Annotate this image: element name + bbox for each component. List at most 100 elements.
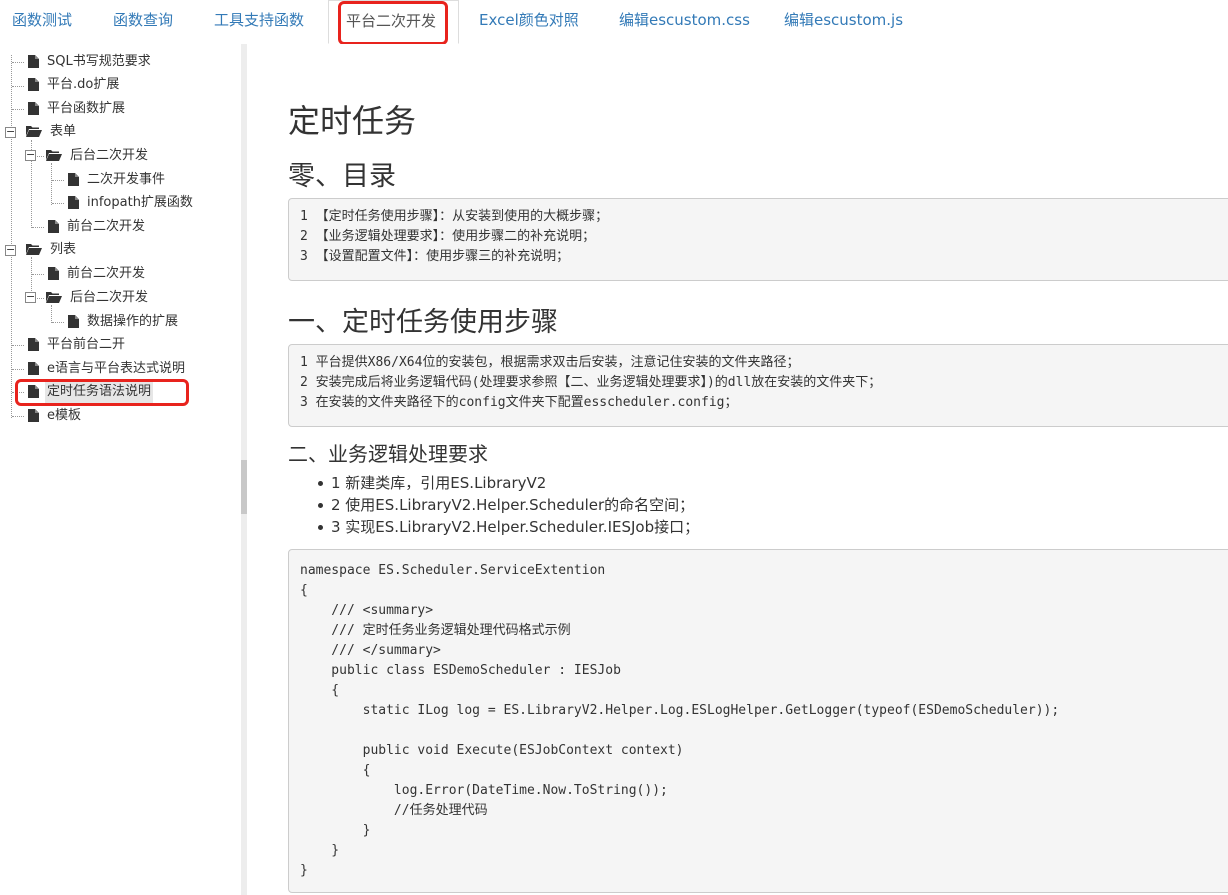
tree-item-label: 后台二次开发 [70, 290, 149, 305]
collapse-toggle-form[interactable]: − [5, 126, 16, 138]
tree-item-platform-frontend[interactable]: 平台前台二开 [28, 334, 127, 356]
tree-item-label: 二次开发事件 [87, 172, 166, 187]
collapse-toggle-list-backend[interactable]: − [25, 291, 36, 303]
tree-line [51, 163, 52, 205]
code-line: public class ESDemoScheduler : IESJob [300, 663, 621, 678]
code-line: /// <summary> [300, 603, 434, 618]
tab-edit-js[interactable]: 编辑escustom.js [784, 0, 903, 43]
tree-item-label: 前台二次开发 [67, 219, 146, 234]
tree-item-list-frontend-dev[interactable]: 前台二次开发 [48, 263, 147, 285]
tree-item-dev-events[interactable]: 二次开发事件 [68, 169, 167, 191]
tree-item-label: 前台二次开发 [67, 266, 146, 281]
top-tab-bar: 函数测试 函数查询 工具支持函数 平台二次开发 Excel颜色对照 编辑escu… [0, 0, 1228, 45]
tree-item-function-extension[interactable]: 平台函数扩展 [28, 98, 127, 120]
tree-item-list[interactable]: 列表 [26, 239, 78, 261]
main-content: 定时任务 零、目录 1 【定时任务使用步骤】：从安装到使用的大概步骤； 2 【业务… [247, 44, 1228, 895]
tab-function-test[interactable]: 函数测试 [12, 0, 72, 43]
file-icon [28, 409, 39, 422]
code-line: /// 定时任务业务逻辑处理代码格式示例 [300, 623, 571, 638]
folder-open-icon [46, 292, 62, 303]
tree-item-form-frontend-dev[interactable]: 前台二次开发 [48, 216, 147, 238]
code-line: /// </summary> [300, 643, 441, 658]
tree-item-label: 后台二次开发 [70, 148, 149, 163]
file-icon [28, 362, 39, 375]
file-icon [28, 385, 39, 398]
code-line: } [300, 823, 371, 838]
file-icon [68, 315, 79, 328]
tree-item-e-language[interactable]: e语言与平台表达式说明 [28, 358, 187, 380]
file-icon [28, 78, 39, 91]
tree-item-form-backend-dev[interactable]: 后台二次开发 [46, 145, 150, 167]
tree-line [32, 227, 44, 228]
tree-item-label: SQL书写规范要求 [47, 54, 151, 69]
tree-line [12, 62, 24, 63]
file-icon [48, 267, 59, 280]
code-line: { [300, 583, 308, 598]
tree-item-label: 定时任务语法说明 [45, 381, 154, 403]
step-line: 3 在安装的文件夹路径下的config文件夹下配置esscheduler.con… [300, 395, 738, 410]
tab-platform-dev[interactable]: 平台二次开发 [328, 0, 459, 44]
tree-line [52, 180, 64, 181]
code-line: } [300, 843, 340, 858]
toc-line: 2 【业务逻辑处理要求】：使用步骤二的补充说明； [300, 229, 596, 244]
toc-line: 3 【设置配置文件】：使用步骤三的补充说明； [300, 249, 570, 264]
code-line: { [300, 763, 371, 778]
toc-line: 1 【定时任务使用步骤】：从安装到使用的大概步骤； [300, 209, 609, 224]
requirements-list: 1 新建类库，引用ES.LibraryV2 2 使用ES.LibraryV2.H… [317, 472, 700, 538]
page-title: 定时任务 [288, 102, 417, 140]
file-icon [68, 173, 79, 186]
steps-code-block: 1 平台提供X86/X64位的安装包，根据需求双击后安装，注意记住安装的文件夹路… [288, 344, 1228, 427]
tree-line [12, 345, 24, 346]
tree-item-list-backend-dev[interactable]: 后台二次开发 [46, 287, 150, 309]
collapse-toggle-list[interactable]: − [5, 244, 16, 256]
code-line: } [300, 863, 308, 878]
tab-tool-functions[interactable]: 工具支持函数 [214, 0, 304, 43]
step-line: 2 安装完成后将业务逻辑代码(处理要求参照【二、业务逻辑处理要求】)的dll放在… [300, 375, 882, 390]
tree-line [12, 109, 24, 110]
tab-excel-colors[interactable]: Excel颜色对照 [479, 0, 579, 43]
tree-item-scheduler-syntax[interactable]: 定时任务语法说明 [28, 381, 154, 403]
tree-line [12, 416, 24, 417]
section-heading-toc: 零、目录 [288, 161, 396, 192]
section-heading-logic: 二、业务逻辑处理要求 [288, 442, 488, 466]
tree-item-do-extension[interactable]: 平台.do扩展 [28, 74, 121, 96]
file-icon [28, 338, 39, 351]
file-icon [28, 102, 39, 115]
code-line: log.Error(DateTime.Now.ToString()); [300, 783, 668, 798]
tree-line [52, 203, 64, 204]
tree-item-sql-rules[interactable]: SQL书写规范要求 [28, 51, 153, 73]
code-line: namespace ES.Scheduler.ServiceExtention [300, 563, 606, 578]
file-icon [48, 220, 59, 233]
tree-item-data-operation-extension[interactable]: 数据操作的扩展 [68, 311, 180, 333]
tab-function-query[interactable]: 函数查询 [113, 0, 173, 43]
tree-line [12, 369, 24, 370]
tree-item-label: 表单 [50, 124, 77, 139]
collapse-toggle-form-backend[interactable]: − [25, 149, 36, 161]
tab-edit-css[interactable]: 编辑escustom.css [619, 0, 750, 43]
code-line: { [300, 683, 340, 698]
tree-item-label: infopath扩展函数 [87, 195, 193, 210]
tree-item-label: 平台函数扩展 [47, 101, 126, 116]
folder-open-icon [26, 126, 42, 137]
list-item: 2 使用ES.LibraryV2.Helper.Scheduler的命名空间； [317, 494, 699, 516]
tree-line [52, 322, 64, 323]
folder-open-icon [46, 150, 62, 161]
tree-item-label: e模板 [47, 408, 81, 423]
code-line: public void Execute(ESJobContext context… [300, 743, 684, 758]
toc-code-block: 1 【定时任务使用步骤】：从安装到使用的大概步骤； 2 【业务逻辑处理要求】：使用… [288, 198, 1228, 281]
tree-line [32, 274, 44, 275]
tree-item-form[interactable]: 表单 [26, 121, 78, 143]
file-icon [68, 196, 79, 209]
folder-open-icon [26, 244, 42, 255]
tree-item-label: 列表 [50, 242, 77, 257]
sample-code-block: namespace ES.Scheduler.ServiceExtention {… [288, 549, 1228, 893]
tree-item-label: 平台.do扩展 [47, 77, 120, 92]
file-icon [28, 55, 39, 68]
tree-item-label: e语言与平台表达式说明 [47, 361, 185, 376]
tree-item-label: 平台前台二开 [47, 337, 126, 352]
tree-item-e-template[interactable]: e模板 [28, 405, 83, 427]
code-line: //任务处理代码 [300, 803, 488, 818]
tree-item-infopath-functions[interactable]: infopath扩展函数 [68, 192, 195, 214]
list-item: 3 实现ES.LibraryV2.Helper.Scheduler.IESJob… [317, 518, 700, 536]
